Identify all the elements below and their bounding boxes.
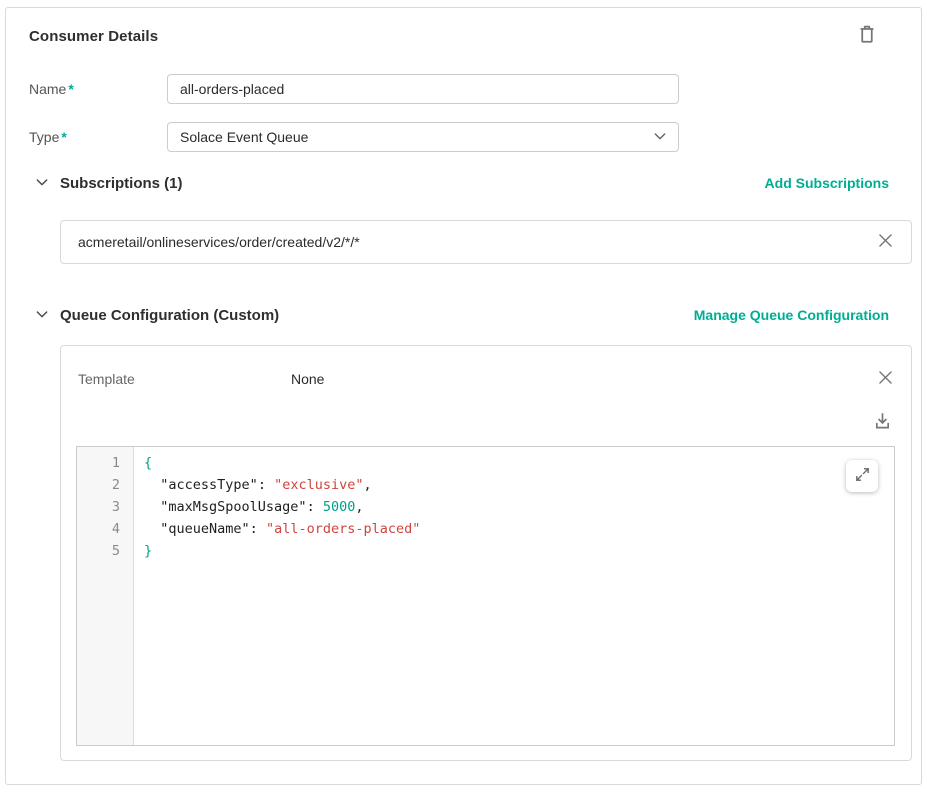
queue-config-code-editor: 12345 { "accessType": "exclusive", "maxM…	[76, 446, 895, 746]
subscription-topic: acmeretail/onlineservices/order/created/…	[78, 234, 876, 250]
template-row: Template None	[76, 364, 895, 394]
line-number: 5	[77, 540, 120, 562]
line-number: 3	[77, 496, 120, 518]
type-select-value: Solace Event Queue	[180, 129, 308, 145]
subscriptions-header: Subscriptions (1) Add Subscriptions	[29, 172, 906, 194]
required-asterisk: *	[61, 129, 66, 145]
code-line: }	[144, 540, 894, 562]
queue-config-header: Queue Configuration (Custom) Manage Queu…	[29, 304, 906, 326]
manage-queue-configuration-link[interactable]: Manage Queue Configuration	[694, 307, 889, 323]
type-label-text: Type	[29, 129, 59, 145]
line-number: 2	[77, 474, 120, 496]
download-icon	[872, 411, 893, 435]
remove-subscription-button[interactable]	[876, 231, 895, 253]
type-select[interactable]: Solace Event Queue	[167, 122, 679, 152]
add-subscriptions-link[interactable]: Add Subscriptions	[765, 175, 889, 191]
expand-editor-button[interactable]	[846, 460, 878, 492]
clear-template-button[interactable]	[876, 368, 895, 390]
delete-consumer-button[interactable]	[856, 22, 878, 49]
line-number: 4	[77, 518, 120, 540]
queue-config-panel: Template None	[60, 345, 912, 761]
code-line: "accessType": "exclusive",	[144, 474, 894, 496]
chevron-down-icon	[34, 174, 50, 193]
queue-config-collapse-toggle[interactable]	[33, 306, 51, 324]
card-header: Consumer Details	[29, 22, 906, 46]
trash-icon	[856, 22, 878, 49]
subscriptions-title: Subscriptions (1)	[60, 175, 765, 192]
name-label: Name*	[29, 81, 167, 97]
close-icon	[876, 368, 895, 390]
name-row: Name*	[29, 74, 906, 104]
line-number: 1	[77, 452, 120, 474]
subscription-item: acmeretail/onlineservices/order/created/…	[60, 220, 912, 264]
close-icon	[876, 231, 895, 253]
download-row	[76, 412, 895, 434]
name-label-text: Name	[29, 81, 66, 97]
code-line: "maxMsgSpoolUsage": 5000,	[144, 496, 894, 518]
download-config-button[interactable]	[872, 412, 893, 434]
code-line: "queueName": "all-orders-placed"	[144, 518, 894, 540]
queue-config-title: Queue Configuration (Custom)	[60, 307, 694, 324]
template-select[interactable]: None	[291, 371, 876, 387]
expand-icon	[854, 466, 871, 486]
code-line: {	[144, 452, 894, 474]
subscriptions-collapse-toggle[interactable]	[33, 174, 51, 192]
chevron-down-icon	[34, 306, 50, 325]
page-title: Consumer Details	[29, 22, 158, 45]
chevron-down-icon	[652, 128, 668, 147]
type-row: Type* Solace Event Queue	[29, 122, 906, 152]
consumer-details-card: Consumer Details Name* Type* Solace Even…	[5, 7, 922, 785]
name-input[interactable]	[167, 74, 679, 104]
type-label: Type*	[29, 129, 167, 145]
template-label: Template	[78, 371, 291, 387]
required-asterisk: *	[68, 81, 73, 97]
editor-gutter: 12345	[77, 447, 134, 745]
code-content[interactable]: { "accessType": "exclusive", "maxMsgSpoo…	[134, 447, 894, 745]
